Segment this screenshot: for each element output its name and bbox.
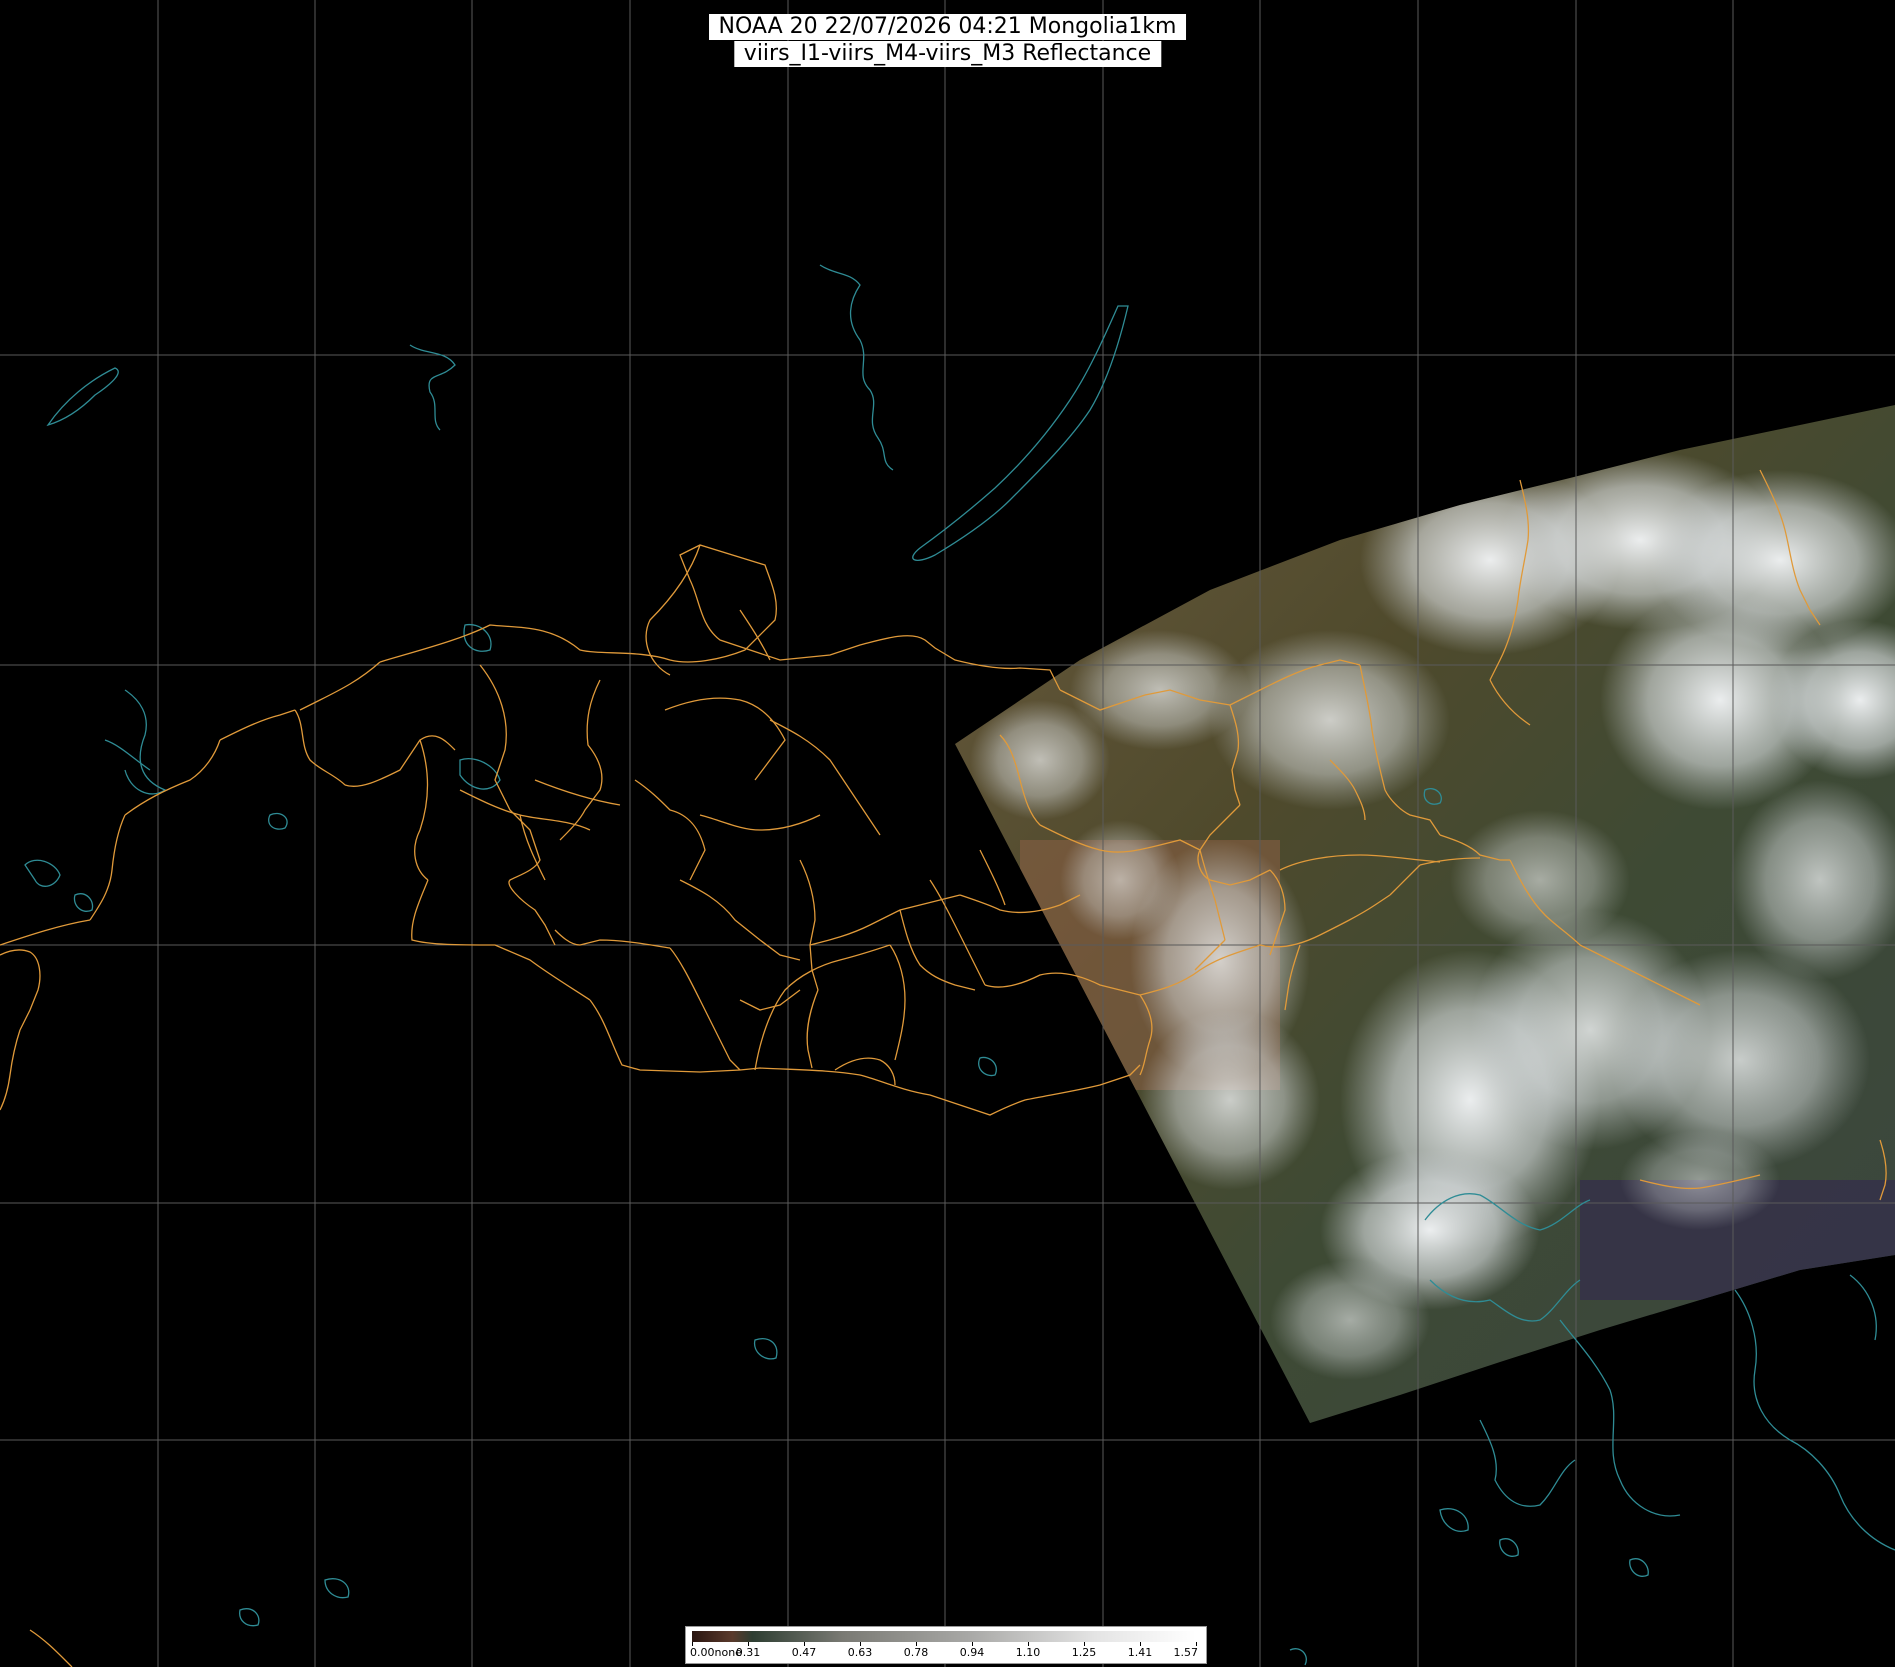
legend-label: 1.10 bbox=[1015, 1646, 1041, 1659]
color-scale-legend: 0.00none 0.31 0.47 0.63 0.78 0.94 1.10 1.25 1.41… bbox=[685, 1626, 1207, 1664]
legend-label: 0.47 bbox=[791, 1646, 817, 1659]
legend-labels: 0.00none 0.31 0.47 0.63 0.78 0.94 1.10 1.25 1.41… bbox=[686, 1646, 1206, 1662]
legend-label: 0.94 bbox=[959, 1646, 985, 1659]
satellite-swath bbox=[955, 405, 1895, 1423]
legend-label: 0.00none bbox=[690, 1646, 742, 1659]
legend-label: 1.25 bbox=[1071, 1646, 1097, 1659]
legend-label: 1.57 bbox=[1173, 1646, 1199, 1659]
legend-label: 0.63 bbox=[847, 1646, 873, 1659]
legend-label: 0.31 bbox=[735, 1646, 761, 1659]
title-line-1: NOAA 20 22/07/2026 04:21 Mongolia1km bbox=[708, 14, 1187, 40]
satellite-map bbox=[0, 0, 1895, 1667]
legend-label: 1.41 bbox=[1127, 1646, 1153, 1659]
color-scale-bar bbox=[692, 1631, 1196, 1642]
title-line-2: viirs_I1-viirs_M4-viirs_M3 Reflectance bbox=[733, 41, 1162, 67]
legend-label: 0.78 bbox=[903, 1646, 929, 1659]
